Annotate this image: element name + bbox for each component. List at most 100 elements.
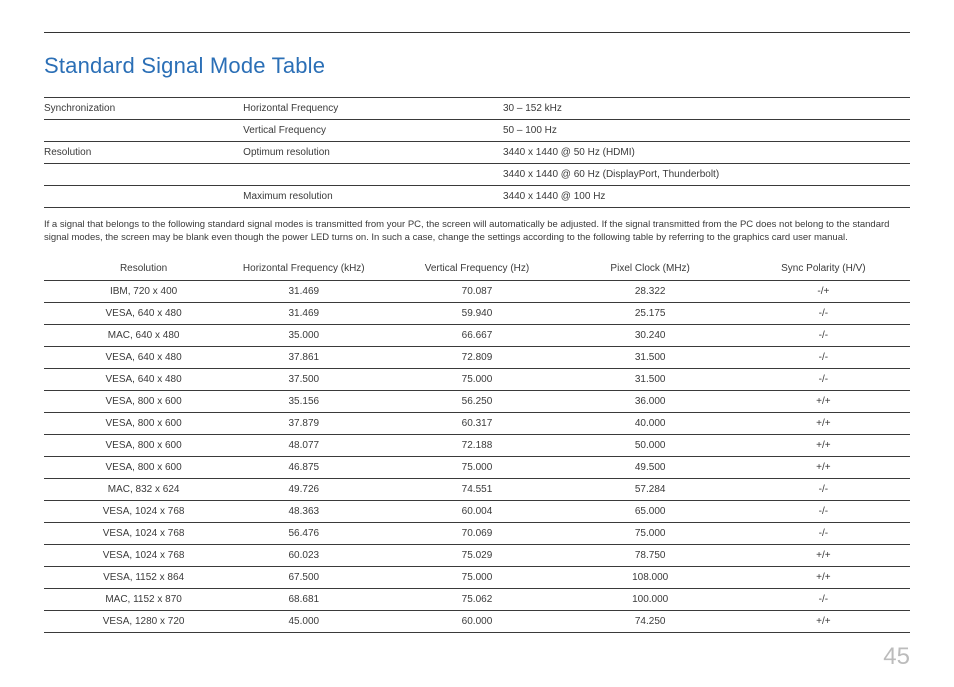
modes-cell: -/- [737,478,910,500]
table-row: VESA, 1024 x 76860.02375.02978.750+/+ [44,544,910,566]
modes-cell: 78.750 [564,544,737,566]
modes-cell: 75.029 [390,544,563,566]
spec-cell [44,120,243,142]
modes-cell: MAC, 832 x 624 [44,478,217,500]
table-row: VESA, 1152 x 86467.50075.000108.000+/+ [44,566,910,588]
modes-cell: 70.069 [390,522,563,544]
modes-cell: -/- [737,500,910,522]
table-row: MAC, 1152 x 87068.68175.062100.000-/- [44,588,910,610]
spec-cell: Optimum resolution [243,142,503,164]
table-row: VESA, 1280 x 72045.00060.00074.250+/+ [44,610,910,632]
modes-header-cell: Resolution [44,257,217,281]
modes-cell: 60.004 [390,500,563,522]
modes-cell: 60.317 [390,412,563,434]
modes-cell: 75.000 [390,456,563,478]
modes-cell: VESA, 800 x 600 [44,412,217,434]
modes-cell: 31.500 [564,346,737,368]
modes-cell: 68.681 [217,588,390,610]
modes-cell: 45.000 [217,610,390,632]
table-row: VESA, 640 x 48031.46959.94025.175-/- [44,302,910,324]
spec-row: Maximum resolution3440 x 1440 @ 100 Hz [44,186,910,208]
modes-cell: 37.500 [217,368,390,390]
modes-cell: 66.667 [390,324,563,346]
modes-cell: 65.000 [564,500,737,522]
modes-cell: 48.363 [217,500,390,522]
modes-cell: +/+ [737,390,910,412]
spec-cell: 3440 x 1440 @ 100 Hz [503,186,910,208]
modes-header-cell: Pixel Clock (MHz) [564,257,737,281]
table-row: VESA, 640 x 48037.50075.00031.500-/- [44,368,910,390]
spec-cell: 3440 x 1440 @ 50 Hz (HDMI) [503,142,910,164]
modes-cell: -/- [737,368,910,390]
modes-cell: VESA, 1024 x 768 [44,500,217,522]
table-row: MAC, 640 x 48035.00066.66730.240-/- [44,324,910,346]
top-rule [44,32,910,33]
modes-cell: VESA, 1024 x 768 [44,522,217,544]
modes-cell: 74.551 [390,478,563,500]
modes-cell: 37.879 [217,412,390,434]
modes-cell: VESA, 1152 x 864 [44,566,217,588]
modes-cell: 48.077 [217,434,390,456]
modes-cell: 40.000 [564,412,737,434]
modes-cell: +/+ [737,434,910,456]
modes-cell: 31.469 [217,280,390,302]
modes-cell: 72.188 [390,434,563,456]
modes-cell: 50.000 [564,434,737,456]
modes-cell: 75.000 [390,566,563,588]
modes-cell: 60.000 [390,610,563,632]
modes-cell: +/+ [737,544,910,566]
modes-cell: MAC, 640 x 480 [44,324,217,346]
modes-cell: +/+ [737,456,910,478]
spec-cell: 30 – 152 kHz [503,98,910,120]
modes-cell: 31.469 [217,302,390,324]
modes-header-cell: Horizontal Frequency (kHz) [217,257,390,281]
modes-cell: 56.250 [390,390,563,412]
modes-cell: VESA, 1024 x 768 [44,544,217,566]
modes-cell: 35.000 [217,324,390,346]
modes-cell: 60.023 [217,544,390,566]
modes-cell: VESA, 640 x 480 [44,346,217,368]
modes-cell: 28.322 [564,280,737,302]
modes-cell: 25.175 [564,302,737,324]
modes-cell: VESA, 640 x 480 [44,302,217,324]
table-row: VESA, 800 x 60046.87575.00049.500+/+ [44,456,910,478]
modes-cell: -/- [737,346,910,368]
spec-cell: 50 – 100 Hz [503,120,910,142]
modes-header-cell: Vertical Frequency (Hz) [390,257,563,281]
modes-cell: 75.062 [390,588,563,610]
modes-cell: 74.250 [564,610,737,632]
modes-cell: IBM, 720 x 400 [44,280,217,302]
spec-row: 3440 x 1440 @ 60 Hz (DisplayPort, Thunde… [44,164,910,186]
modes-cell: VESA, 800 x 600 [44,456,217,478]
modes-cell: 67.500 [217,566,390,588]
note-text: If a signal that belongs to the followin… [44,218,910,245]
modes-cell: 37.861 [217,346,390,368]
modes-cell: 108.000 [564,566,737,588]
spec-cell: Synchronization [44,98,243,120]
modes-cell: VESA, 640 x 480 [44,368,217,390]
table-row: VESA, 1024 x 76848.36360.00465.000-/- [44,500,910,522]
table-row: VESA, 800 x 60035.15656.25036.000+/+ [44,390,910,412]
table-row: VESA, 800 x 60037.87960.31740.000+/+ [44,412,910,434]
modes-cell: -/- [737,522,910,544]
table-row: VESA, 640 x 48037.86172.80931.500-/- [44,346,910,368]
modes-cell: 75.000 [564,522,737,544]
spec-cell: Vertical Frequency [243,120,503,142]
modes-cell: 49.500 [564,456,737,478]
spec-table: SynchronizationHorizontal Frequency30 – … [44,97,910,208]
page-number: 45 [44,643,910,671]
spec-cell [44,186,243,208]
spec-row: ResolutionOptimum resolution3440 x 1440 … [44,142,910,164]
spec-cell [44,164,243,186]
spec-row: Vertical Frequency50 – 100 Hz [44,120,910,142]
modes-cell: -/- [737,324,910,346]
modes-header-cell: Sync Polarity (H/V) [737,257,910,281]
spec-cell [243,164,503,186]
modes-cell: 57.284 [564,478,737,500]
modes-cell: 30.240 [564,324,737,346]
modes-cell: 31.500 [564,368,737,390]
spec-cell: Resolution [44,142,243,164]
modes-cell: +/+ [737,610,910,632]
modes-cell: VESA, 1280 x 720 [44,610,217,632]
spec-cell: 3440 x 1440 @ 60 Hz (DisplayPort, Thunde… [503,164,910,186]
